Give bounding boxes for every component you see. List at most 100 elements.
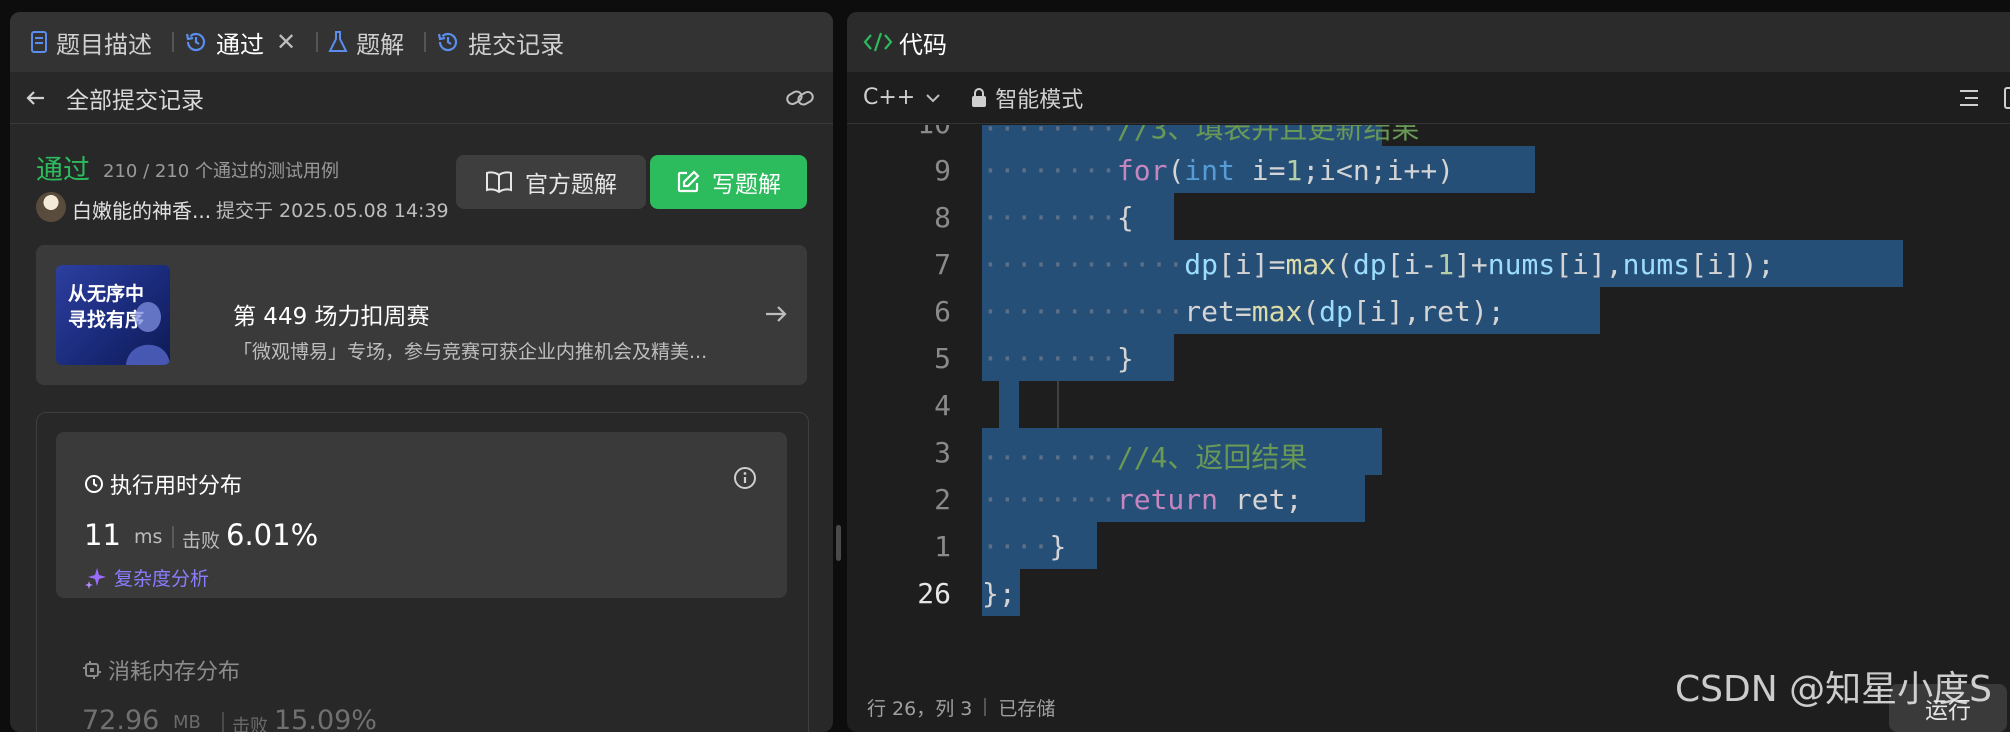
write-solution-button[interactable]: 写题解 — [650, 155, 807, 209]
all-submissions-title: 全部提交记录 — [66, 87, 204, 114]
tab-solutions[interactable]: 题解 — [328, 25, 404, 60]
sparkle-icon — [85, 567, 106, 589]
tab-submissions-label: 提交记录 — [468, 30, 565, 59]
divider — [222, 712, 224, 732]
arrow-right-icon[interactable] — [763, 301, 789, 327]
line-number: 7 — [934, 248, 951, 281]
memory-beat-label: 击败 — [232, 716, 268, 732]
tab-solutions-label: 题解 — [356, 30, 405, 59]
tab-divider — [172, 32, 174, 52]
history-icon — [438, 32, 458, 52]
code-line: 6 ············ret=max(dp[i],ret); — [847, 287, 2010, 334]
close-icon[interactable]: ✕ — [276, 28, 296, 56]
back-arrow-icon[interactable] — [24, 86, 48, 110]
complexity-analysis-link[interactable]: 复杂度分析 — [84, 564, 209, 591]
link-icon[interactable] — [785, 86, 815, 110]
number: 1 — [1285, 154, 1303, 187]
code-line: 7 ············dp[i]=max(dp[i-1]+nums[i],… — [847, 240, 2010, 287]
code-line: 4 — [847, 381, 2010, 428]
left-tab-bar: 题目描述 通过 ✕ 题解 提交记录 — [10, 12, 833, 72]
code-token: [i]= — [1218, 248, 1286, 281]
code-token: ]+ — [1454, 248, 1488, 281]
function: max — [1251, 295, 1303, 328]
memory-unit: MB — [173, 712, 201, 732]
document-icon — [31, 31, 47, 53]
line-number: 6 — [934, 295, 951, 328]
code-token: dp — [1319, 295, 1353, 328]
cursor-position: 行 26，列 3 — [867, 697, 973, 720]
code-token: [i], — [1555, 248, 1623, 281]
runtime-value: 11 — [84, 518, 121, 552]
code-token: nums — [1622, 248, 1691, 281]
line-number: 2 — [934, 483, 951, 516]
edit-icon — [677, 170, 700, 193]
brace: } — [1116, 342, 1134, 375]
layout-icon[interactable] — [2003, 86, 2010, 110]
code-token: ret; — [1218, 483, 1303, 516]
chevron-down-icon — [926, 93, 940, 102]
tab-accepted[interactable]: 通过 ✕ — [184, 25, 296, 60]
code-text: ········//3、填表并且更新结果 — [982, 125, 1419, 147]
code-token: [i],ret); — [1352, 295, 1505, 328]
runtime-title: 执行用时分布 — [84, 468, 242, 500]
memory-title[interactable]: 消耗内存分布 — [82, 654, 240, 686]
tab-description[interactable]: 题目描述 — [30, 25, 152, 60]
smart-mode-toggle[interactable]: 智能模式 — [971, 82, 1083, 114]
code-token: ( — [1302, 295, 1320, 328]
code-token: nums — [1487, 248, 1556, 281]
code-editor[interactable]: 10 ········//3、填表并且更新结果 9 ········for(in… — [847, 125, 2010, 685]
language-selector[interactable]: C++ — [863, 85, 941, 110]
code-token: ;i<n;i++) — [1302, 154, 1455, 187]
code-text: ············dp[i]=max(dp[i-1]+nums[i],nu… — [982, 248, 1775, 281]
flask-icon — [328, 31, 348, 52]
runtime-card[interactable]: 执行用时分布 11 ms 击败 6.01% 复杂度分析 — [56, 432, 787, 598]
chip-icon — [83, 661, 101, 679]
code-line: 9 ········for(int i=1;i<n;i++) — [847, 146, 2010, 193]
panel-resize-handle[interactable] — [836, 525, 841, 561]
code-icon — [863, 32, 893, 52]
write-solution-label: 写题解 — [712, 172, 781, 198]
code-text: ········//4、返回结果 — [982, 441, 1308, 474]
code-line: 10 ········//3、填表并且更新结果 — [847, 125, 2010, 146]
status-accepted: 通过 — [36, 155, 90, 186]
code-token: dp — [1184, 248, 1219, 281]
code-line: 26 }; — [847, 569, 2010, 616]
line-number: 3 — [934, 436, 951, 469]
watermark: CSDN @知星小度S — [1675, 669, 1992, 710]
comment: //3、填表并且更新结果 — [1116, 125, 1420, 145]
brace: { — [1116, 201, 1134, 234]
tab-code-label: 代码 — [899, 30, 947, 59]
code-text: ········return ret; — [982, 483, 1303, 516]
contest-description: 「微观博易」专场，参与竞赛可获企业内推机会及精美... — [233, 341, 708, 363]
code-text: }; — [982, 577, 1016, 610]
line-number: 4 — [934, 389, 951, 422]
code-text: ············ret=max(dp[i],ret); — [982, 295, 1505, 328]
lock-icon — [972, 87, 987, 107]
contest-banner[interactable]: 从无序中 寻找有序 第 449 场力扣周赛 「微观博易」专场，参与竞赛可获企业内… — [36, 245, 807, 385]
selection-highlight — [999, 381, 1019, 428]
type: int — [1184, 154, 1235, 187]
function: max — [1285, 248, 1337, 281]
code-line: 1 ····} — [847, 522, 2010, 569]
code-text: ········for(int i=1;i<n;i++) — [982, 154, 1455, 187]
official-solution-button[interactable]: 官方题解 — [456, 155, 646, 209]
memory-title-label: 消耗内存分布 — [108, 660, 241, 685]
keyword: return — [1116, 483, 1219, 516]
username[interactable]: 白嫩能的神香... — [72, 195, 211, 224]
memory-value: 72.96 — [82, 705, 160, 732]
line-number: 8 — [934, 201, 951, 234]
format-lines-icon[interactable] — [1957, 86, 1981, 110]
saved-status: 已存储 — [998, 697, 1056, 720]
code-text: ········} — [982, 342, 1134, 375]
info-icon[interactable] — [733, 466, 757, 490]
contest-title: 第 449 场力扣周赛 — [233, 304, 430, 330]
line-number: 5 — [934, 342, 951, 375]
editor-toolbar: C++ 智能模式 — [847, 72, 2010, 124]
avatar[interactable] — [36, 192, 66, 222]
runtime-beat-label: 击败 — [182, 530, 221, 552]
submitted-time: 提交于 2025.05.08 14:39 — [216, 200, 449, 222]
tab-code[interactable]: 代码 — [863, 25, 947, 60]
tab-submissions[interactable]: 提交记录 — [436, 25, 564, 60]
brace: } — [1049, 530, 1067, 563]
line-number: 26 — [917, 577, 951, 610]
